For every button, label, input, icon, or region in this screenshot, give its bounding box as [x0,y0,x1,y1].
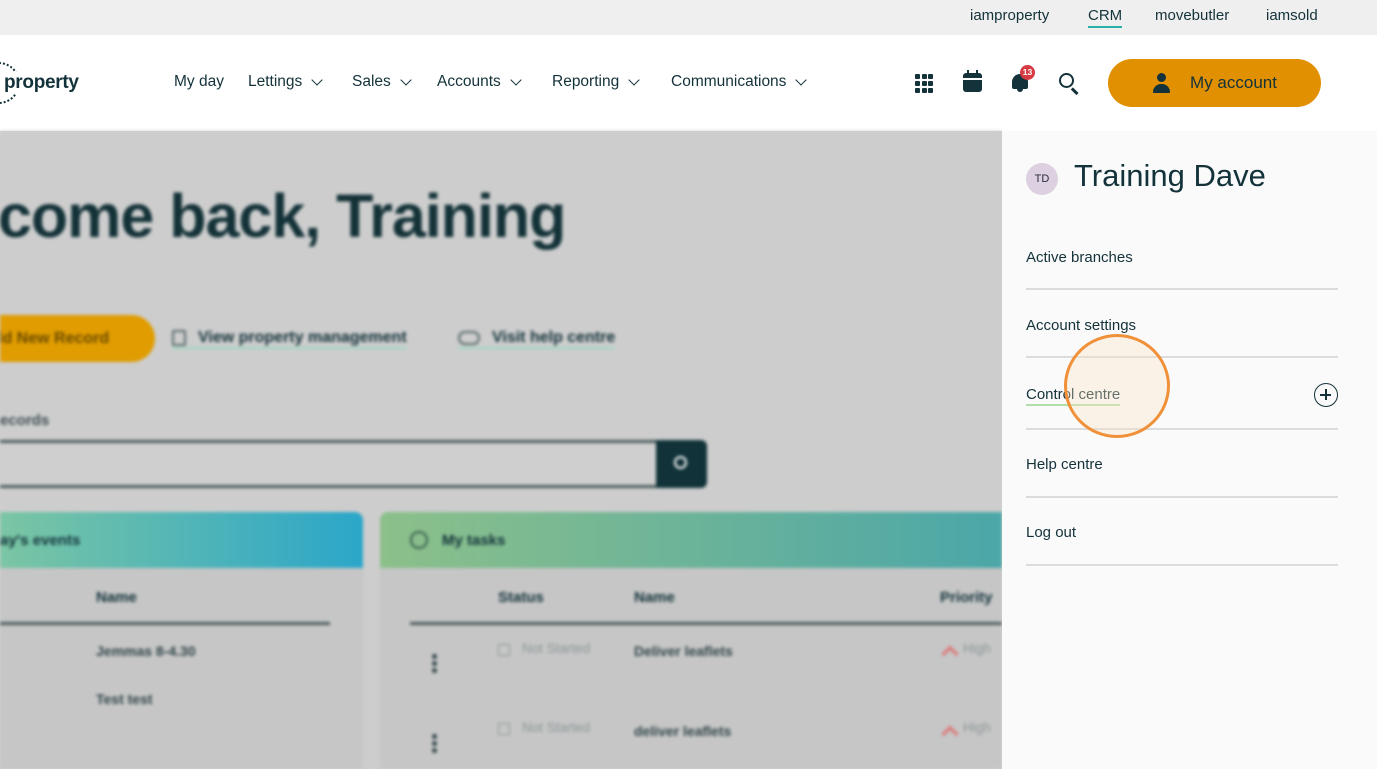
apps-grid-icon[interactable] [914,73,936,95]
nav-item-communications[interactable]: Communications [671,73,808,91]
person-icon [1152,73,1171,93]
drawer-item-label: Active branches [1026,249,1133,266]
link-label: Visit help centre [492,329,616,346]
drawer-item-label: Account settings [1026,317,1137,334]
notification-count-badge: 13 [1020,65,1035,80]
nav-item-label: Accounts [437,73,501,90]
divider [410,622,1002,625]
task-name[interactable]: Deliver leaflets [634,643,733,659]
nav-item-reporting[interactable]: Reporting [552,73,640,91]
column-header: Priority [940,589,993,606]
flag-icon [498,644,510,656]
chevron-down-icon [795,73,808,86]
divider [0,622,330,625]
click-highlight-ring [1064,334,1170,438]
utility-link-iamproperty[interactable]: iamproperty [970,7,1049,24]
search-icon [674,456,687,469]
task-priority: High [963,641,991,656]
link-label: View property management [198,329,407,346]
task-name[interactable]: deliver leaflets [634,723,731,739]
records-search-button[interactable] [656,440,707,488]
view-property-management-link[interactable]: View property management [172,329,407,349]
nav-item-my-day[interactable]: My day [174,73,224,91]
my-account-button[interactable]: My account [1108,59,1321,107]
drawer-item-label: Help centre [1026,456,1103,473]
notifications-button[interactable]: 13 [1009,65,1035,93]
column-header: Name [634,589,675,606]
chevron-down-icon [510,73,522,86]
nav-item-sales[interactable]: Sales [352,73,412,91]
logo-text: property [2,72,79,94]
todays-events-panel: ay's events [0,512,363,769]
welcome-heading: lcome back, Training [0,182,566,250]
panel-header: My tasks [380,512,1002,568]
utility-link-movebutler[interactable]: movebutler [1155,7,1229,24]
clipboard-icon [172,330,186,346]
visit-help-centre-link[interactable]: Visit help centre [458,329,616,349]
cloud-icon [458,331,480,345]
avatar: TD [1026,163,1058,195]
nav-item-accounts[interactable]: Accounts [437,73,522,91]
drawer-item-active-branches[interactable]: Active branches [1026,222,1338,290]
drawer-item-account-settings[interactable]: Account settings [1026,290,1338,358]
utility-link-iamsold[interactable]: iamsold [1266,7,1318,24]
kebab-menu-icon[interactable] [432,654,437,675]
chevron-down-icon [400,73,412,86]
nav-item-label: My day [174,73,224,90]
utility-bar: iamproperty CRM movebutler iamsold [0,0,1377,35]
search-icon[interactable] [1058,72,1080,95]
task-priority: High [963,720,991,735]
table-cell[interactable]: Jemmas 8-4.30 [96,643,196,659]
user-name: Training Dave [1074,158,1266,193]
drawer-item-help-centre[interactable]: Help centre [1026,430,1338,498]
nav-item-label: Reporting [552,73,620,90]
check-circle-icon [410,531,428,549]
task-status: Not Started [522,720,591,735]
table-cell[interactable]: Test test [96,691,153,707]
add-new-record-button[interactable]: ld New Record [0,315,155,362]
panel-title: ay's events [0,512,363,568]
account-drawer: TD Training Dave Active branches Account… [1002,131,1377,769]
nav-item-label: Lettings [248,73,303,90]
dashboard-background: lcome back, Training ld New Record View … [0,131,1002,769]
records-search-label: ecords [0,412,50,429]
drawer-item-log-out[interactable]: Log out [1026,498,1338,566]
column-header: Name [96,589,137,606]
chevron-down-icon [628,73,640,86]
kebab-menu-icon[interactable] [432,734,437,755]
flag-icon [498,723,510,735]
main-nav: property My day Lettings Sales Accounts … [0,35,1377,131]
my-account-label: My account [1190,73,1277,92]
drawer-item-label: Log out [1026,524,1077,541]
column-header: Status [498,589,544,606]
logo[interactable]: property [0,61,79,105]
nav-item-label: Sales [352,73,391,90]
calendar-icon[interactable] [963,70,982,92]
nav-item-label: Communications [671,73,787,90]
panel-title: My tasks [442,531,506,549]
utility-link-crm[interactable]: CRM [1088,7,1123,28]
nav-item-lettings[interactable]: Lettings [248,73,323,91]
task-status: Not Started [522,641,591,656]
records-search-input[interactable] [0,440,656,488]
expand-plus-icon[interactable] [1314,383,1338,407]
chevron-down-icon [311,73,323,86]
